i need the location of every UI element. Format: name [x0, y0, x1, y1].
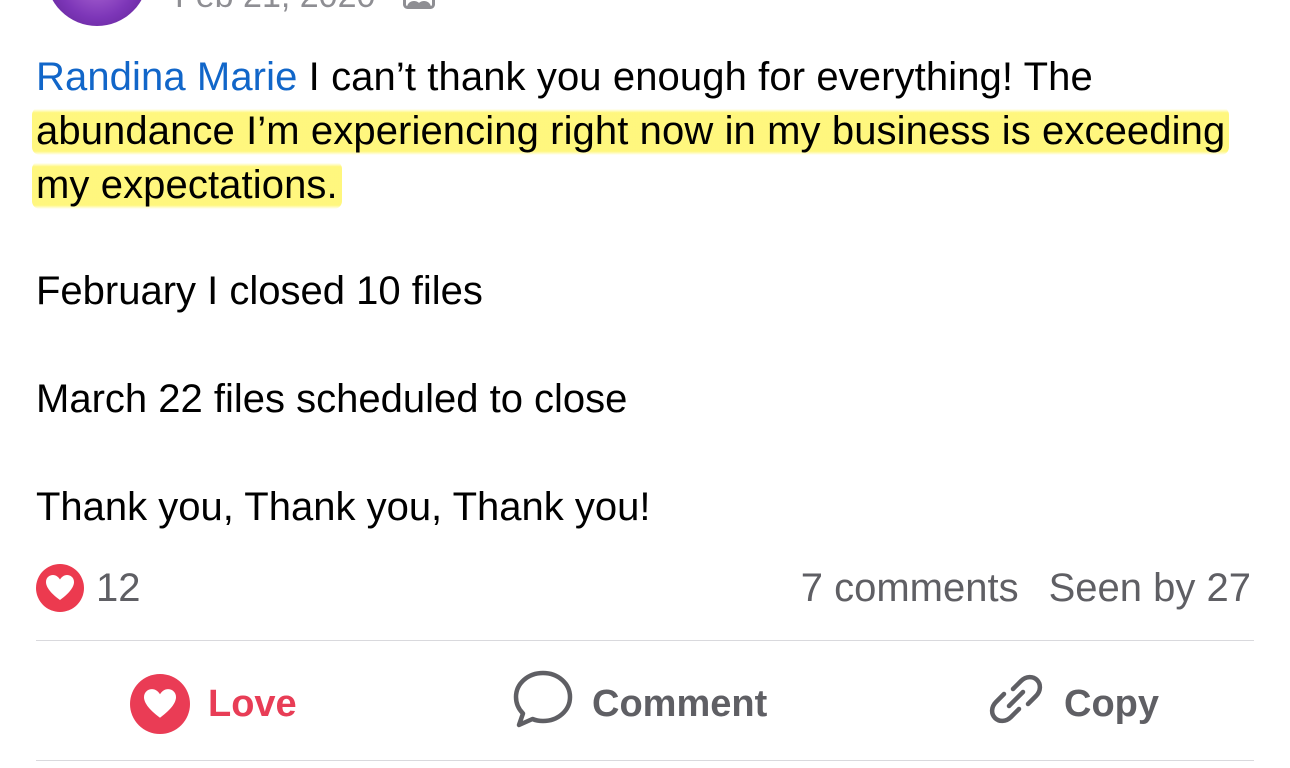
post-paragraph: Thank you, Thank you, Thank you!: [36, 485, 651, 529]
author-link[interactable]: Randina Marie: [36, 55, 297, 99]
heart-icon: [130, 674, 190, 734]
reaction-count: 12: [96, 565, 141, 610]
highlighted-text: abundance I’m experiencing right now in …: [32, 107, 1230, 209]
avatar[interactable]: [46, 0, 148, 26]
post-card: Feb 21, 2020 Randina Marie I can’t thank…: [0, 0, 1290, 768]
divider: [36, 640, 1254, 641]
comments-count[interactable]: 7 comments: [801, 566, 1019, 611]
action-bar: Love Comment Copy: [36, 642, 1254, 760]
seen-by-count[interactable]: Seen by 27: [1049, 566, 1251, 611]
link-icon: [986, 669, 1046, 739]
reactions-summary[interactable]: 12: [36, 564, 141, 612]
post-timestamp: Feb 21, 2020: [175, 0, 375, 16]
love-button[interactable]: Love: [130, 672, 297, 736]
speech-bubble-icon: [512, 669, 574, 739]
divider: [36, 760, 1254, 761]
comment-button[interactable]: Comment: [512, 669, 768, 739]
heart-icon: [36, 564, 84, 612]
comment-label: Comment: [592, 682, 768, 725]
post-meta: Feb 21, 2020: [175, 0, 436, 16]
post-paragraph: February I closed 10 files: [36, 269, 483, 313]
love-label: Love: [208, 682, 297, 725]
copy-label: Copy: [1064, 682, 1159, 725]
post-body: Randina Marie I can’t thank you enough f…: [32, 50, 1256, 212]
engagement-stats: 7 comments Seen by 27: [801, 566, 1251, 611]
copy-link-button[interactable]: Copy: [986, 672, 1159, 736]
post-intro-text: I can’t thank you enough for everything!…: [297, 55, 1093, 99]
post-paragraph: March 22 files scheduled to close: [36, 377, 628, 421]
group-icon: [403, 0, 436, 9]
post-stats: 12 7 comments Seen by 27: [36, 562, 1251, 614]
